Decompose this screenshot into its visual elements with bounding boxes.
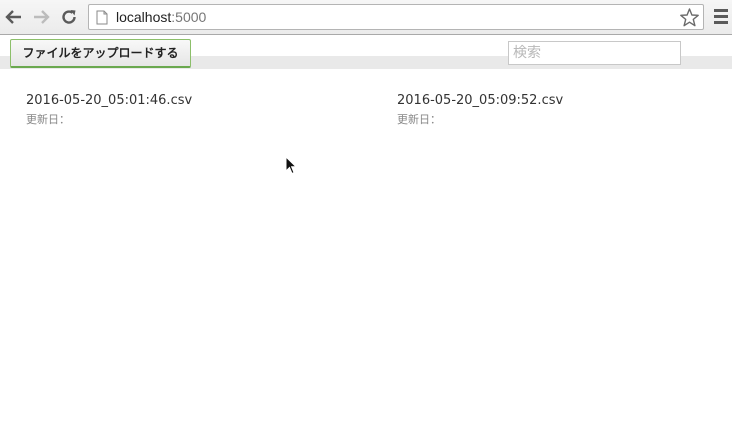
- reload-icon[interactable]: [58, 6, 80, 28]
- app-header: ファイルをアップロードする: [0, 36, 732, 69]
- page-icon: [96, 10, 108, 25]
- file-item: 2016-05-20_05:09:52.csv 更新日：: [397, 92, 697, 127]
- search-input[interactable]: [508, 41, 681, 65]
- mouse-cursor-icon: [285, 156, 297, 175]
- url-host: localhost: [116, 9, 172, 25]
- file-name-link[interactable]: 2016-05-20_05:01:46.csv: [26, 92, 326, 110]
- browser-toolbar: localhost:5000: [0, 0, 732, 35]
- menu-icon[interactable]: [714, 9, 728, 25]
- bookmark-star-icon[interactable]: [679, 7, 700, 28]
- address-bar[interactable]: localhost:5000: [88, 4, 704, 30]
- forward-icon[interactable]: [30, 6, 52, 28]
- url-port: :5000: [171, 9, 207, 25]
- file-updated-label: 更新日：: [26, 113, 70, 126]
- upload-file-button[interactable]: ファイルをアップロードする: [10, 39, 191, 68]
- url-text: localhost:5000: [116, 9, 206, 25]
- file-item: 2016-05-20_05:01:46.csv 更新日：: [26, 92, 326, 127]
- back-icon[interactable]: [3, 6, 25, 28]
- file-name-link[interactable]: 2016-05-20_05:09:52.csv: [397, 92, 697, 110]
- file-updated-label: 更新日：: [397, 113, 441, 126]
